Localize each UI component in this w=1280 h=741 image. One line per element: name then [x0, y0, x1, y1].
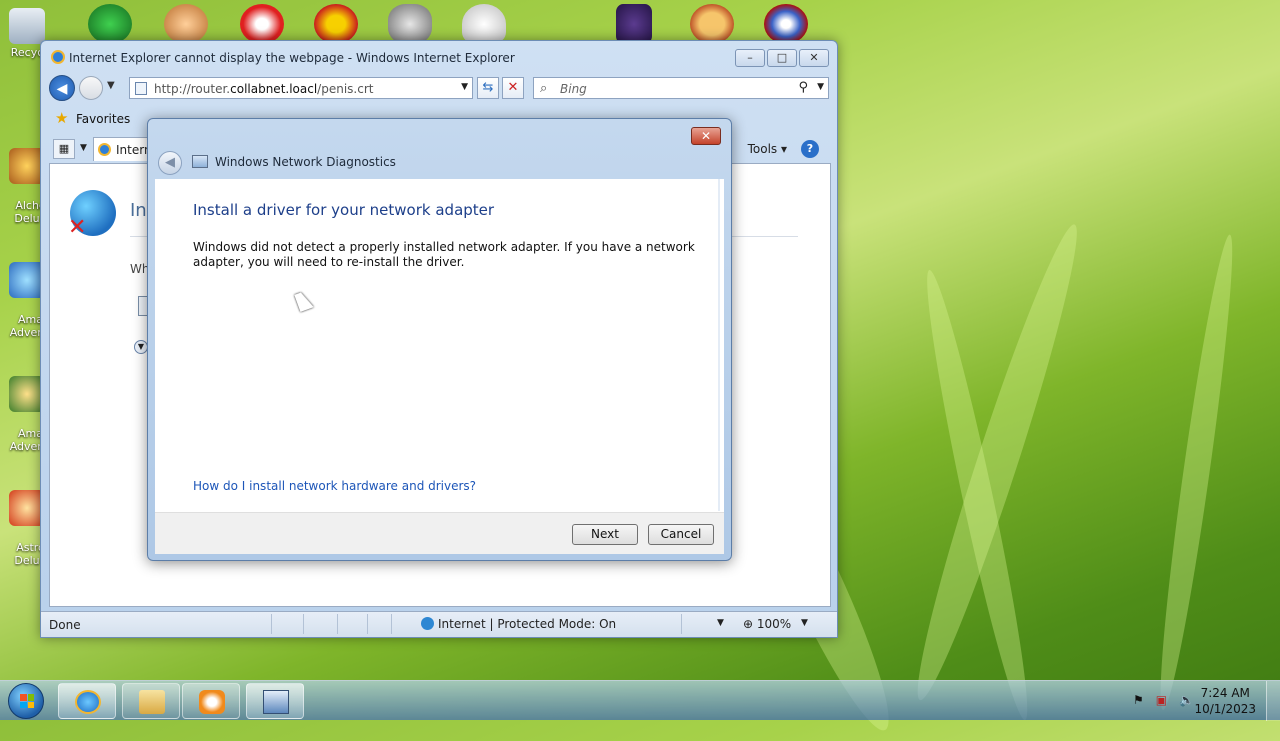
- search-dropdown-icon[interactable]: ▼: [817, 82, 824, 92]
- protected-mode-dropdown-icon[interactable]: ▼: [717, 618, 724, 628]
- status-bar: Done Internet | Protected Mode: On ▼ ⊕ 1…: [41, 611, 837, 637]
- windows-logo-icon: [20, 694, 34, 708]
- security-zone[interactable]: Internet | Protected Mode: On: [421, 617, 616, 631]
- divider: [271, 614, 272, 634]
- address-url[interactable]: http://router.collabnet.loacl/penis.crt: [154, 82, 373, 96]
- dialog-heading: Install a driver for your network adapte…: [193, 201, 495, 219]
- more-info-icon[interactable]: ▼: [134, 340, 148, 354]
- stop-button[interactable]: ✕: [502, 77, 524, 99]
- divider: [303, 614, 304, 634]
- media-player-icon: [199, 690, 225, 714]
- minimize-button[interactable]: –: [735, 49, 765, 67]
- forward-button[interactable]: [79, 76, 103, 100]
- status-text: Done: [49, 618, 81, 632]
- show-desktop-button[interactable]: [1266, 681, 1280, 721]
- history-dropdown-icon[interactable]: ▼: [107, 80, 115, 91]
- ie-tab-icon: [98, 143, 111, 156]
- cancel-button[interactable]: Cancel: [648, 524, 714, 545]
- volume-muted-icon[interactable]: 🔈: [1179, 693, 1194, 707]
- search-placeholder: Bing: [560, 82, 587, 96]
- network-diagnostics-dialog: ✕ ◀ Windows Network Diagnostics Install …: [147, 118, 732, 561]
- desktop-character-icon[interactable]: [164, 4, 208, 44]
- dialog-title: Windows Network Diagnostics: [215, 155, 396, 169]
- start-button[interactable]: [8, 683, 44, 719]
- help-link[interactable]: How do I install network hardware and dr…: [193, 479, 476, 493]
- error-globe-icon: ✕: [68, 190, 116, 240]
- search-go-icon[interactable]: ⚲: [798, 80, 808, 95]
- refresh-button[interactable]: ⇆: [477, 77, 499, 99]
- quick-tabs-icon[interactable]: ▦: [53, 139, 75, 159]
- network-diagnostics-icon: [192, 155, 208, 168]
- clock-time: 7:24 AM: [1200, 686, 1250, 700]
- action-center-flag-icon[interactable]: ⚑: [1133, 693, 1144, 707]
- zoom-level[interactable]: ⊕ 100%: [743, 617, 791, 631]
- navigation-bar: ◀ ▼ http://router.collabnet.loacl/penis.…: [49, 75, 829, 105]
- taskbar-network-diagnostics[interactable]: [246, 683, 304, 719]
- page-icon: [135, 82, 147, 95]
- taskbar-internet-explorer[interactable]: [58, 683, 116, 719]
- desktop-icon-label: Recyc: [10, 46, 44, 59]
- tools-menu[interactable]: Tools ▾: [748, 142, 787, 156]
- desktop-orb-icon[interactable]: [764, 4, 808, 44]
- back-button[interactable]: ◀: [49, 75, 75, 101]
- network-error-icon[interactable]: ▣: [1156, 693, 1167, 707]
- zoom-dropdown-icon[interactable]: ▼: [801, 618, 808, 628]
- error-x-icon: ✕: [68, 215, 87, 240]
- desktop-shield-icon[interactable]: [88, 4, 132, 44]
- ie-logo-icon: [51, 50, 65, 64]
- close-button[interactable]: ✕: [799, 49, 829, 67]
- system-tray: ⚑ ▣ 🔈: [1133, 693, 1194, 707]
- taskbar-media-player[interactable]: [182, 683, 240, 719]
- search-box[interactable]: ⌕ Bing ⚲ ▼: [533, 77, 829, 99]
- tab-list-dropdown-icon[interactable]: ▼: [80, 143, 87, 153]
- favorites-button[interactable]: Favorites: [76, 112, 130, 126]
- desktop-pizza-icon[interactable]: [690, 4, 734, 44]
- divider: [718, 179, 720, 511]
- address-bar[interactable]: http://router.collabnet.loacl/penis.crt …: [129, 77, 473, 99]
- search-icon: ⌕: [540, 81, 548, 96]
- desktop-radiation-icon[interactable]: [314, 4, 358, 44]
- folder-icon: [139, 690, 165, 714]
- grass-decoration: [1150, 232, 1243, 712]
- recycle-bin-icon: [9, 8, 45, 44]
- window-controls: – □ ✕: [735, 49, 829, 67]
- clock[interactable]: 7:24 AM 10/1/2023: [1194, 685, 1256, 717]
- dialog-footer: Next Cancel: [155, 512, 724, 554]
- ie-icon: [75, 690, 101, 714]
- desktop-mushroom-icon[interactable]: [240, 4, 284, 44]
- favorites-star-icon: ★: [55, 109, 69, 127]
- taskbar: ⚑ ▣ 🔈 7:24 AM 10/1/2023: [0, 680, 1280, 721]
- desktop-robot-icon[interactable]: [388, 4, 432, 44]
- dialog-close-button[interactable]: ✕: [691, 127, 721, 145]
- clock-date: 10/1/2023: [1194, 702, 1256, 716]
- taskbar-explorer[interactable]: [122, 683, 180, 719]
- desktop-bird-icon[interactable]: [462, 4, 506, 44]
- dialog-back-button[interactable]: ◀: [158, 151, 182, 175]
- divider: [681, 614, 682, 634]
- desktop-witch-icon[interactable]: [616, 4, 652, 44]
- divider: [367, 614, 368, 634]
- dialog-body: Install a driver for your network adapte…: [155, 179, 724, 554]
- maximize-button[interactable]: □: [767, 49, 797, 67]
- help-icon[interactable]: ?: [801, 140, 819, 158]
- next-button[interactable]: Next: [572, 524, 638, 545]
- ie-window-title: Internet Explorer cannot display the web…: [69, 51, 515, 65]
- dialog-message: Windows did not detect a properly instal…: [193, 240, 695, 269]
- divider: [337, 614, 338, 634]
- network-diagnostics-icon: [263, 690, 289, 714]
- divider: [391, 614, 392, 634]
- address-dropdown-icon[interactable]: ▼: [461, 82, 468, 92]
- internet-zone-icon: [421, 617, 434, 630]
